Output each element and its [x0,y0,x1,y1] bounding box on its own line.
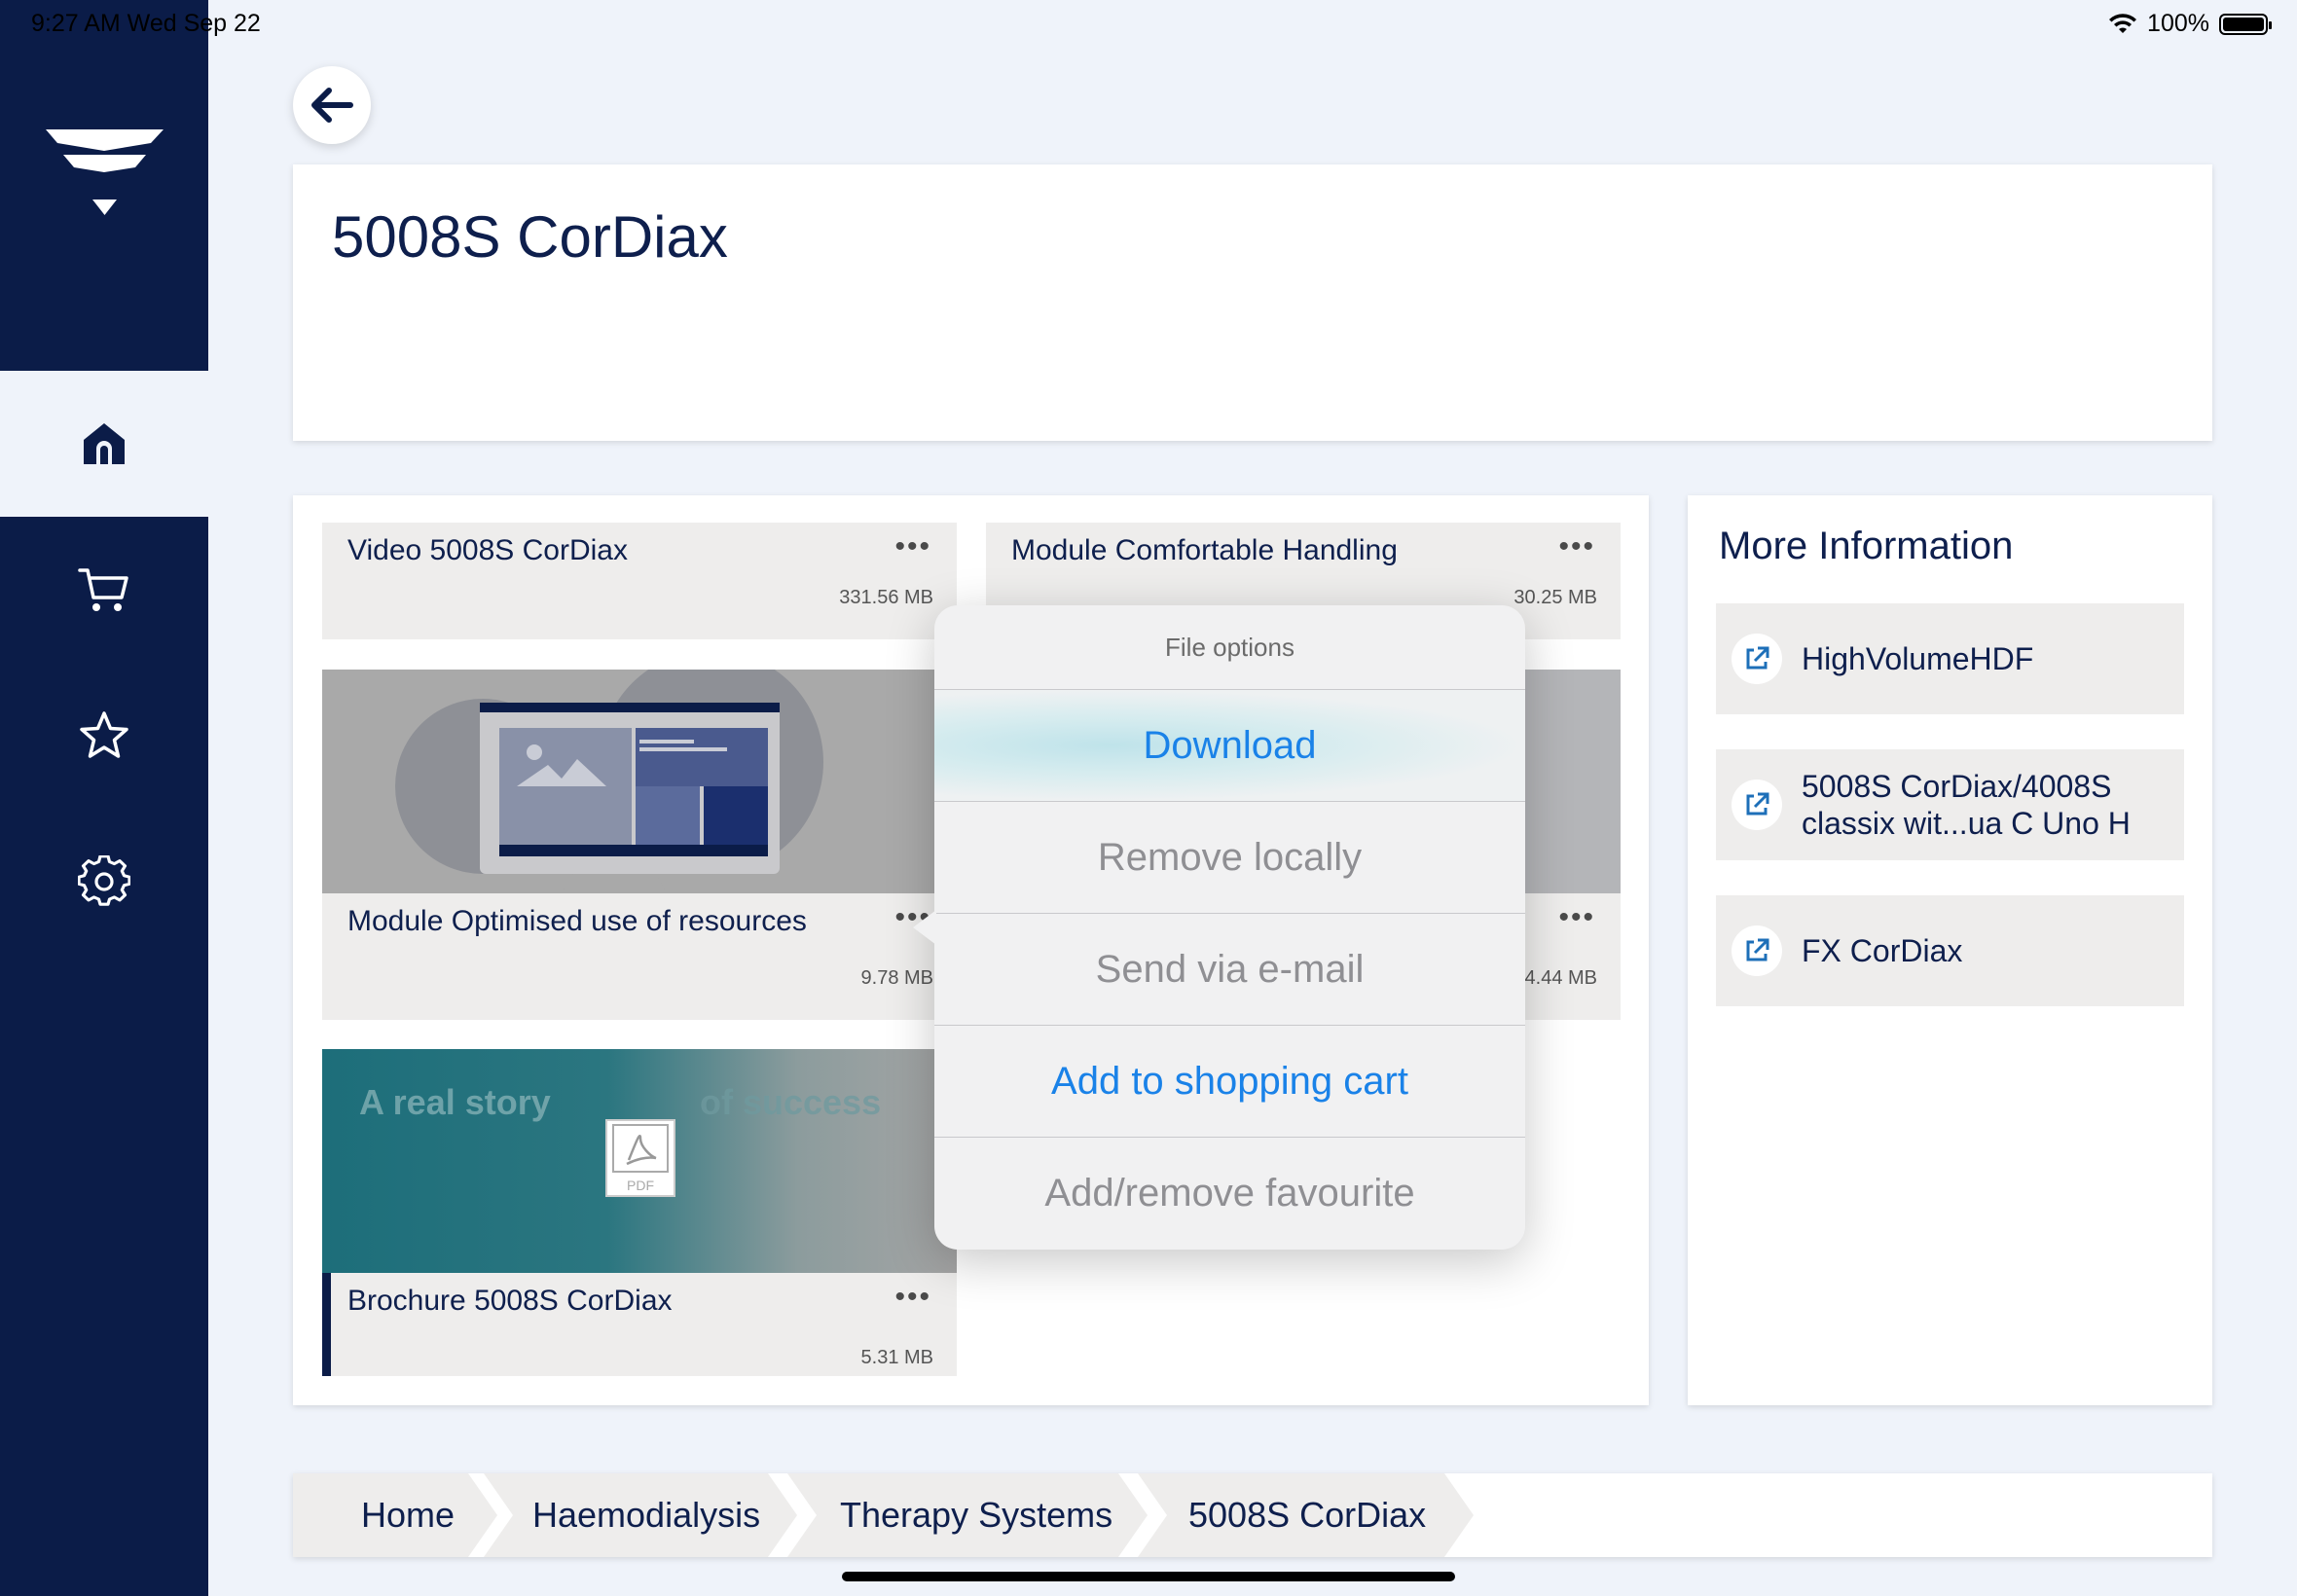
file-name: Brochure 5008S CorDiax [347,1285,673,1317]
brand-logo [46,129,164,215]
popover-title: File options [934,605,1525,690]
link-label: HighVolumeHDF [1802,641,2034,676]
external-link-icon [1732,780,1782,830]
sidebar-item-favourites[interactable] [0,663,208,809]
link-item[interactable]: FX CorDiax [1716,895,2184,1006]
download-option[interactable]: Download [934,690,1525,802]
breadcrumb: Home Haemodialysis Therapy Systems 5008S… [293,1473,2212,1557]
file-tile-module-resources[interactable]: Module Optimised use of resources ••• 9.… [322,670,957,1020]
remove-locally-option[interactable]: Remove locally [934,802,1525,914]
thumbnail-text-right: of success [700,1082,882,1122]
battery-percent: 100% [2147,10,2209,37]
arrow-left-icon [311,88,353,123]
file-size: 5.31 MB [860,1347,933,1368]
breadcrumb-item-haemodialysis[interactable]: Haemodialysis [484,1473,797,1557]
file-tile-brochure[interactable]: A real story of success PDF Brochure 500… [322,1049,957,1376]
back-button[interactable] [293,66,371,144]
page-title: 5008S CorDiax [332,204,728,270]
status-time: 9:27 AM Wed Sep 22 [31,10,261,37]
file-name: Module Optimised use of resources [347,905,807,937]
link-item[interactable]: 5008S CorDiax/4008S classix wit...ua C U… [1716,749,2184,860]
file-name: Video 5008S CorDiax [347,534,628,566]
more-information-heading: More Information [1719,525,2014,567]
cart-icon [78,568,128,611]
external-link-icon [1732,925,1782,976]
star-icon [80,711,128,758]
popover-arrow [913,910,936,945]
send-via-email-option[interactable]: Send via e-mail [934,914,1525,1026]
file-options-popover: File options Download Remove locally Sen… [934,605,1525,1250]
pdf-icon: PDF [605,1119,675,1197]
file-name: Module Comfortable Handling [1011,534,1398,566]
breadcrumb-item-home[interactable]: Home [293,1473,497,1557]
link-label: 5008S CorDiax/4008S classix wit...ua C U… [1802,769,2131,841]
file-thumbnail [322,670,957,893]
home-icon [84,423,125,464]
more-information-panel: More Information HighVolumeHDF 5008S Cor… [1688,495,2212,1405]
breadcrumb-label: Haemodialysis [532,1495,761,1535]
module-thumbnail-illustration [395,670,823,893]
thumbnail-text-left: A real story [359,1082,551,1122]
pdf-badge: PDF [627,1178,654,1193]
sidebar-item-settings[interactable] [0,809,208,955]
battery-icon [2219,13,2272,35]
breadcrumb-item-therapy-systems[interactable]: Therapy Systems [787,1473,1148,1557]
more-options-button[interactable]: ••• [1558,901,1595,934]
link-item[interactable]: HighVolumeHDF [1716,603,2184,714]
sidebar [0,0,208,1596]
selection-marker [322,1273,331,1376]
add-to-cart-option[interactable]: Add to shopping cart [934,1026,1525,1138]
breadcrumb-label: Therapy Systems [840,1495,1113,1535]
breadcrumb-label: Home [361,1495,456,1535]
sidebar-item-cart[interactable] [0,517,208,663]
home-indicator[interactable] [842,1572,1455,1581]
more-options-button[interactable]: ••• [894,530,931,563]
link-label: FX CorDiax [1802,933,1963,968]
title-card: 5008S CorDiax [293,164,2212,441]
external-link-icon [1732,634,1782,684]
status-indicators: 100% [2108,10,2272,38]
more-options-button[interactable]: ••• [894,1281,931,1314]
breadcrumb-label: 5008S CorDiax [1188,1495,1427,1535]
file-size: 331.56 MB [839,587,933,608]
file-size: 30.25 MB [1513,587,1597,608]
gear-icon [78,855,130,906]
more-options-button[interactable]: ••• [1558,530,1595,563]
file-thumbnail: A real story of success PDF [322,1049,957,1273]
sidebar-item-home[interactable] [0,371,208,517]
status-bar: 9:27 AM Wed Sep 22 100% [0,0,2297,47]
breadcrumb-item-current[interactable]: 5008S CorDiax [1138,1473,1474,1557]
file-size: 4.44 MB [1524,967,1597,989]
favourite-option[interactable]: Add/remove favourite [934,1138,1525,1249]
wifi-icon [2109,13,2137,33]
file-size: 9.78 MB [860,967,933,989]
file-tile-video[interactable]: Video 5008S CorDiax ••• 331.56 MB [322,523,957,639]
